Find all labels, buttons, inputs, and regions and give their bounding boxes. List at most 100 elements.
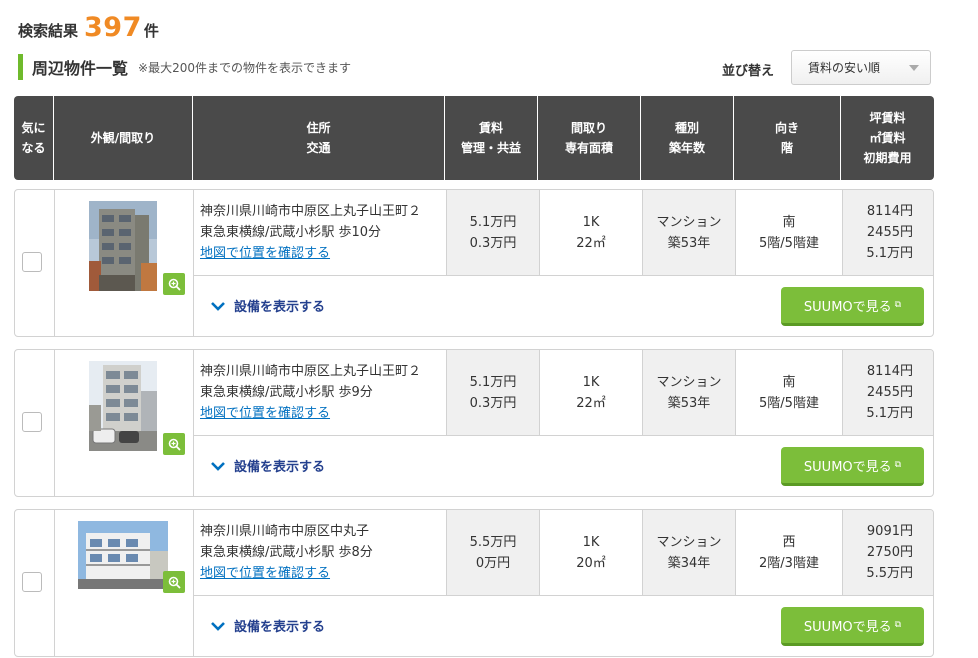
external-link-icon: ⧉	[894, 620, 902, 630]
sqm-rent-value: 2750円	[866, 545, 913, 560]
photo-cell	[55, 510, 194, 656]
type-cell: マンション 築53年	[642, 190, 735, 275]
direction-value: 西	[782, 534, 796, 550]
layout-cell: 1K 22㎡	[539, 190, 642, 275]
floor-value: 5階/5階建	[759, 395, 819, 411]
address-cell: 神奈川県川崎市中原区中丸子 東急東横線/武蔵小杉駅 歩8分 地図で位置を確認する	[194, 510, 446, 595]
layout-value: 1K	[582, 534, 600, 550]
fee-value: 0.3万円	[469, 395, 517, 411]
type-value: マンション	[656, 534, 722, 550]
initial-cost-value: 5.1万円	[866, 406, 913, 421]
listing-card: 神奈川県川崎市中原区中丸子 東急東横線/武蔵小杉駅 歩8分 地図で位置を確認する…	[14, 509, 934, 657]
tsubo-rent-value: 8114円	[866, 364, 913, 379]
chevron-down-icon	[211, 461, 225, 471]
zoom-button[interactable]	[163, 433, 185, 455]
floor-value: 5階/5階建	[759, 235, 819, 251]
favorite-checkbox[interactable]	[22, 252, 42, 272]
listing-actions: 設備を表示する SUUMOで見る ⧉	[194, 276, 933, 336]
header-photo: 外観/間取り	[54, 96, 193, 180]
listing-actions: 設備を表示する SUUMOで見る ⧉	[194, 436, 933, 496]
zoom-in-icon	[168, 278, 181, 291]
fee-value: 0.3万円	[469, 235, 517, 251]
show-facilities-toggle[interactable]: 設備を表示する	[210, 296, 325, 315]
zoom-button[interactable]	[163, 273, 185, 295]
show-facilities-label: 設備を表示する	[234, 620, 326, 635]
zoom-in-icon	[168, 438, 181, 451]
photo-cell	[55, 350, 194, 496]
suumo-button[interactable]: SUUMOで見る ⧉	[781, 287, 924, 326]
show-facilities-toggle[interactable]: 設備を表示する	[210, 456, 325, 475]
listing-details: 神奈川県川崎市中原区上丸子山王町２ 東急東横線/武蔵小杉駅 歩10分 地図で位置…	[194, 190, 933, 276]
suumo-button-label: SUUMOで見る	[803, 459, 892, 475]
type-value: マンション	[656, 374, 722, 390]
results-count: 397	[84, 12, 142, 43]
sort-selected-value: 賃料の安い順	[808, 61, 881, 75]
zoom-button[interactable]	[163, 571, 185, 593]
tsubo-rent-value: 8114円	[866, 204, 913, 219]
results-label: 検索結果	[18, 22, 79, 40]
building-photo[interactable]	[89, 361, 157, 451]
photo-cell	[55, 190, 194, 336]
favorite-checkbox[interactable]	[22, 412, 42, 432]
building-photo[interactable]	[78, 521, 168, 589]
show-facilities-toggle[interactable]: 設備を表示する	[210, 616, 325, 635]
show-facilities-label: 設備を表示する	[234, 460, 326, 475]
cost-cell: 8114円 2455円 5.1万円	[842, 190, 933, 275]
zoom-in-icon	[168, 576, 181, 589]
rent-cell: 5.1万円 0.3万円	[446, 350, 539, 435]
cost-cell: 9091円 2750円 5.5万円	[842, 510, 933, 595]
address-text: 神奈川県川崎市中原区上丸子山王町２	[200, 204, 422, 219]
header-rent: 賃料 管理・共益	[445, 96, 538, 180]
tsubo-rent-value: 9091円	[866, 524, 913, 539]
listing-details: 神奈川県川崎市中原区中丸子 東急東横線/武蔵小杉駅 歩8分 地図で位置を確認する…	[194, 510, 933, 596]
fee-value: 0万円	[475, 555, 511, 571]
favorite-checkbox[interactable]	[22, 572, 42, 592]
suumo-button[interactable]: SUUMOで見る ⧉	[781, 447, 924, 486]
map-link[interactable]: 地図で位置を確認する	[200, 403, 330, 424]
header-address: 住所 交通	[193, 96, 445, 180]
layout-cell: 1K 22㎡	[539, 350, 642, 435]
age-value: 築53年	[667, 235, 711, 251]
chevron-down-icon	[211, 621, 225, 631]
age-value: 築53年	[667, 395, 711, 411]
results-unit: 件	[143, 22, 159, 40]
address-cell: 神奈川県川崎市中原区上丸子山王町２ 東急東横線/武蔵小杉駅 歩9分 地図で位置を…	[194, 350, 446, 435]
suumo-button-label: SUUMOで見る	[803, 619, 892, 635]
area-value: 22㎡	[576, 235, 606, 251]
header-cost: 坪賃料 ㎡賃料 初期費用	[841, 96, 934, 180]
search-results-heading: 検索結果 397 件	[18, 12, 159, 43]
sqm-rent-value: 2455円	[866, 225, 913, 240]
initial-cost-value: 5.1万円	[866, 246, 913, 261]
favorite-cell	[15, 190, 55, 336]
show-facilities-label: 設備を表示する	[234, 300, 326, 315]
direction-value: 南	[782, 374, 796, 390]
rent-cell: 5.1万円 0.3万円	[446, 190, 539, 275]
layout-value: 1K	[582, 214, 600, 230]
section-title-text: 周辺物件一覧	[32, 59, 129, 78]
listing-actions: 設備を表示する SUUMOで見る ⧉	[194, 596, 933, 656]
station-text: 東急東横線/武蔵小杉駅 歩8分	[200, 545, 373, 560]
listing-card: 神奈川県川崎市中原区上丸子山王町２ 東急東横線/武蔵小杉駅 歩10分 地図で位置…	[14, 189, 934, 337]
rent-value: 5.1万円	[469, 214, 517, 230]
age-value: 築34年	[667, 555, 711, 571]
listing-table-header: 気に なる 外観/間取り 住所 交通 賃料 管理・共益 間取り 専有面積 種別 築年数 向…	[14, 96, 934, 180]
chevron-down-icon	[909, 65, 919, 71]
building-photo[interactable]	[89, 201, 157, 291]
rent-value: 5.1万円	[469, 374, 517, 390]
address-text: 神奈川県川崎市中原区上丸子山王町２	[200, 364, 422, 379]
header-layout: 間取り 専有面積	[538, 96, 641, 180]
map-link[interactable]: 地図で位置を確認する	[200, 243, 330, 264]
address-cell: 神奈川県川崎市中原区上丸子山王町２ 東急東横線/武蔵小杉駅 歩10分 地図で位置…	[194, 190, 446, 275]
initial-cost-value: 5.5万円	[866, 566, 913, 581]
map-link[interactable]: 地図で位置を確認する	[200, 563, 330, 584]
direction-cell: 西 2階/3階建	[735, 510, 842, 595]
external-link-icon: ⧉	[894, 300, 902, 310]
sort-label: 並び替え	[722, 64, 775, 79]
suumo-button[interactable]: SUUMOで見る ⧉	[781, 607, 924, 646]
layout-cell: 1K 20㎡	[539, 510, 642, 595]
external-link-icon: ⧉	[894, 460, 902, 470]
sqm-rent-value: 2455円	[866, 385, 913, 400]
rent-cell: 5.5万円 0万円	[446, 510, 539, 595]
layout-value: 1K	[582, 374, 600, 390]
sort-select[interactable]: 賃料の安い順	[791, 50, 931, 85]
